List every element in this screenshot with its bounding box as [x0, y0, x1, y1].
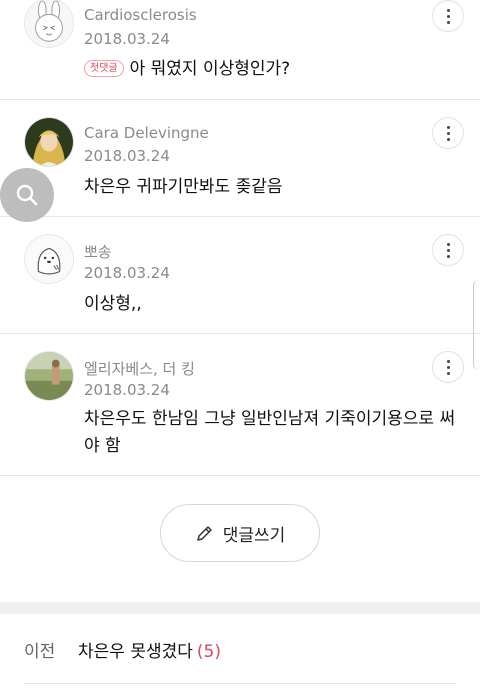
previous-post-link[interactable]: 이전 차은우 못생겼다 (5) — [0, 614, 480, 680]
comment-item: Cara Delevingne 2018.03.24 차은우 귀파기만봐도 좆같… — [0, 100, 480, 217]
comment-item: Cardiosclerosis 2018.03.24 첫댓글 아 뭐였지 이상형인… — [0, 0, 480, 100]
more-dots-icon — [446, 242, 450, 258]
previous-post-title-text: 차은우 못생겼다 — [78, 642, 193, 662]
previous-post-comment-count: (5) — [196, 642, 221, 662]
comment-author[interactable]: 엘리자베스, 더 킹 — [84, 358, 195, 379]
portrait-avatar-icon — [25, 118, 73, 166]
more-options-button[interactable] — [432, 117, 464, 149]
comment-author[interactable]: Cara Delevingne — [84, 124, 209, 142]
avatar[interactable] — [24, 117, 74, 167]
avatar[interactable] — [24, 0, 74, 48]
more-options-button[interactable] — [432, 0, 464, 32]
comment-text: 첫댓글 아 뭐였지 이상형인가? — [84, 56, 456, 83]
comment-author[interactable]: 뽀송 — [84, 241, 112, 262]
more-options-button[interactable] — [432, 351, 464, 383]
write-comment-button[interactable]: 댓글쓰기 — [160, 504, 320, 562]
comment-item: 엘리자베스, 더 킹 2018.03.24 차은우도 한남임 그냥 일반인남져 … — [0, 334, 480, 476]
pencil-icon — [196, 526, 212, 541]
comment-author[interactable]: Cardiosclerosis — [84, 6, 197, 24]
comment-text: 이상형,, — [84, 294, 142, 314]
photo-avatar-icon — [25, 352, 73, 400]
section-divider — [0, 602, 480, 614]
comment-text: 차은우도 한남임 그냥 일반인남져 기죽이기용으로 써야 함 — [84, 409, 456, 456]
comment-date: 2018.03.24 — [84, 147, 170, 165]
previous-label: 이전 — [24, 642, 56, 662]
first-comment-badge: 첫댓글 — [84, 60, 124, 77]
previous-post-title[interactable]: 차은우 못생겼다 (5) — [78, 637, 221, 662]
scroll-indicator[interactable] — [473, 280, 480, 370]
comment-item: 뽀송 2018.03.24 이상형,, — [0, 217, 480, 334]
bottom-divider — [24, 683, 456, 684]
avatar[interactable] — [24, 234, 74, 284]
more-dots-icon — [446, 8, 450, 24]
comment-date: 2018.03.24 — [84, 381, 170, 399]
more-dots-icon — [446, 359, 450, 375]
avatar[interactable] — [24, 351, 74, 401]
comment-date: 2018.03.24 — [84, 264, 170, 282]
more-options-button[interactable] — [432, 234, 464, 266]
comment-body: 아 뭐였지 이상형인가? — [129, 59, 291, 79]
search-icon — [16, 184, 38, 206]
rabbit-avatar-icon — [25, 0, 73, 47]
write-comment-label: 댓글쓰기 — [222, 525, 286, 546]
more-dots-icon — [446, 125, 450, 141]
comment-text: 차은우 귀파기만봐도 좆같음 — [84, 177, 283, 197]
seal-avatar-icon — [25, 235, 73, 283]
comment-date: 2018.03.24 — [84, 30, 170, 48]
floating-search-button[interactable] — [0, 168, 54, 222]
